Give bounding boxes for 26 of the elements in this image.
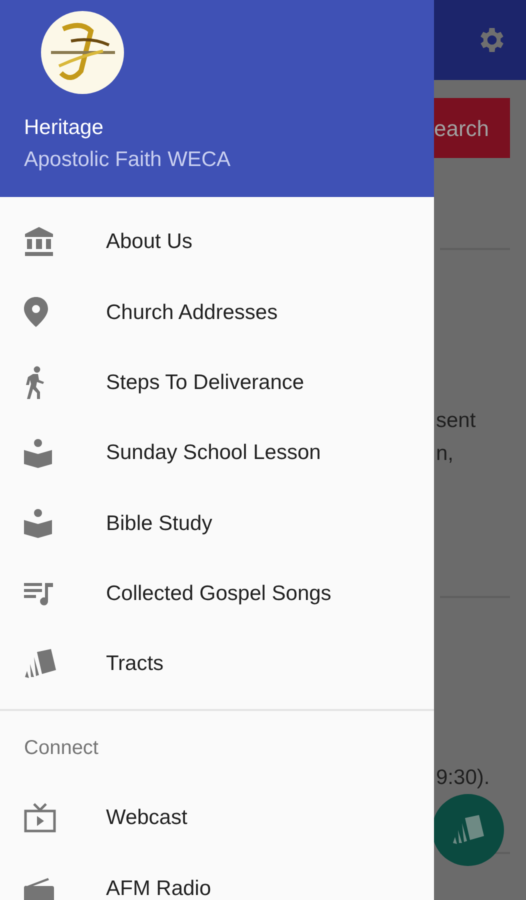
playlist-icon [24,580,54,607]
account-subtitle: Apostolic Faith WECA [24,147,232,173]
section-header: Connect [23,736,100,762]
menu-item[interactable]: Collected Gospel Songs [0,558,434,629]
search-button[interactable]: earch [434,98,510,158]
walking-person-icon [24,366,46,400]
menu-item[interactable]: About Us [0,207,434,278]
menu-item[interactable]: Sunday School Lesson [0,418,434,488]
menu-item[interactable]: Bible Study [0,488,434,558]
menu-item[interactable]: Tracts [0,628,434,700]
cards-icon [452,815,484,845]
cards-icon [24,648,56,679]
book-reader-icon [24,438,52,468]
account-name: Heritage [24,115,104,141]
menu-item[interactable]: Steps To Deliverance [0,348,434,418]
bank-icon [24,226,54,258]
menu-item[interactable]: Webcast [0,783,434,854]
book-reader-icon [24,508,52,538]
location-pin-icon [24,297,48,328]
menu-item[interactable]: AFM Radio [0,853,434,900]
menu-item[interactable]: Church Addresses [0,277,434,348]
body-text: 9:30). [436,765,490,791]
body-text: n, [436,441,454,467]
tv-play-icon [24,803,56,834]
radio-icon [24,878,54,900]
body-text: sent [436,408,476,434]
